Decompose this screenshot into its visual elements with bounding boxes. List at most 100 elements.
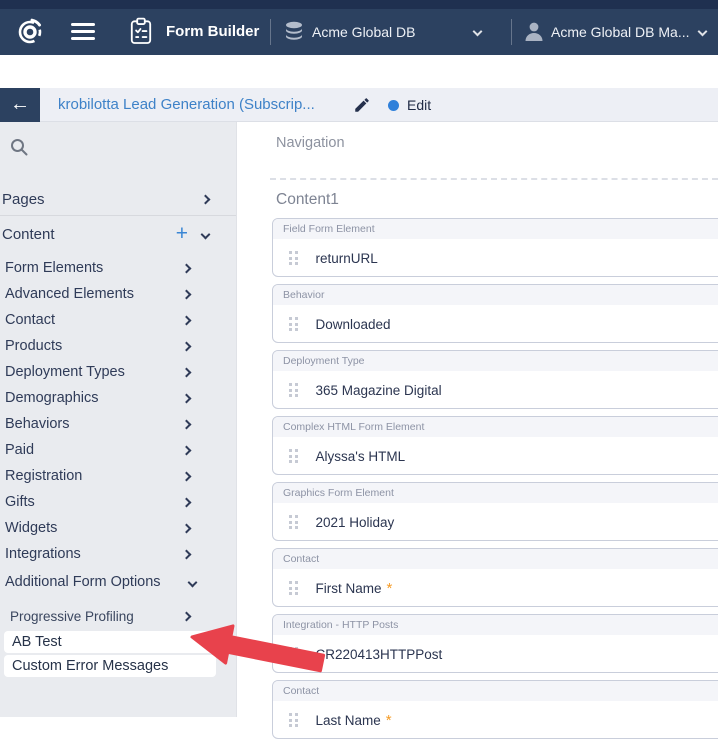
- card-type-label: Graphics Form Element: [283, 487, 394, 499]
- person-icon: [523, 20, 545, 43]
- chevron-right-icon: [182, 611, 192, 621]
- item-label: Advanced Elements: [5, 286, 134, 302]
- content-category-list: Form Elements Advanced Elements Contact …: [0, 255, 236, 567]
- form-title: krobilotta Lead Generation (Subscrip...: [58, 88, 315, 122]
- item-label: Behaviors: [5, 416, 69, 432]
- card-value: Downloaded: [316, 317, 391, 332]
- drag-handle-icon[interactable]: [289, 647, 298, 661]
- card-value: 2021 Holiday: [316, 515, 395, 530]
- sidebar-item-deployment-types[interactable]: Deployment Types: [0, 359, 236, 385]
- required-asterisk: *: [387, 580, 393, 597]
- item-label: Progressive Profiling: [10, 609, 134, 624]
- account-selector[interactable]: Acme Global DB Ma...: [551, 24, 690, 40]
- form-element-card-2021-holiday[interactable]: Graphics Form Element 2021 Holiday: [272, 482, 718, 541]
- card-type-label: Complex HTML Form Element: [283, 421, 424, 433]
- item-label: Deployment Types: [5, 364, 125, 380]
- status-dot-icon: [388, 100, 399, 111]
- database-selector[interactable]: Acme Global DB: [312, 24, 415, 40]
- pages-label: Pages: [2, 191, 45, 208]
- sidebar-item-paid[interactable]: Paid: [0, 437, 236, 463]
- sidebar-item-products[interactable]: Products: [0, 333, 236, 359]
- form-element-card-365-magazine[interactable]: Deployment Type 365 Magazine Digital: [272, 350, 718, 409]
- sidebar-item-ab-test[interactable]: AB Test: [4, 631, 216, 653]
- chevron-right-icon: [182, 471, 192, 481]
- section-divider: [270, 178, 718, 180]
- sidebar-item-registration[interactable]: Registration: [0, 463, 236, 489]
- form-element-card-http-post[interactable]: Integration - HTTP Posts CR220413HTTPPos…: [272, 614, 718, 673]
- sidebar-item-form-elements[interactable]: Form Elements: [0, 255, 236, 281]
- chevron-down-icon[interactable]: [473, 27, 483, 37]
- drag-handle-icon[interactable]: [289, 383, 298, 397]
- brand-logo-icon[interactable]: [16, 17, 44, 45]
- card-value: returnURL: [316, 251, 378, 266]
- back-button[interactable]: ←: [0, 88, 40, 122]
- form-element-card-last-name[interactable]: Contact Last Name *: [272, 680, 718, 739]
- sidebar-item-custom-error-messages[interactable]: Custom Error Messages: [4, 655, 216, 677]
- sidebar-item-integrations[interactable]: Integrations: [0, 541, 236, 567]
- sidebar-item-advanced-elements[interactable]: Advanced Elements: [0, 281, 236, 307]
- search-icon[interactable]: [10, 138, 28, 156]
- app-title: Form Builder: [166, 23, 259, 40]
- navbar-divider: [511, 19, 512, 45]
- chevron-right-icon: [182, 497, 192, 507]
- database-icon: [284, 21, 304, 43]
- chevron-right-icon: [182, 523, 192, 533]
- sidebar-item-content[interactable]: Content +: [0, 222, 236, 246]
- form-element-card-downloaded[interactable]: Behavior Downloaded: [272, 284, 718, 343]
- sidebar-item-demographics[interactable]: Demographics: [0, 385, 236, 411]
- chevron-right-icon: [182, 341, 192, 351]
- item-label: Gifts: [5, 494, 35, 510]
- card-value: 365 Magazine Digital: [316, 383, 442, 398]
- navbar-divider: [270, 19, 271, 45]
- drag-handle-icon[interactable]: [289, 515, 298, 529]
- chevron-down-icon[interactable]: [698, 27, 708, 37]
- sidebar-item-contact[interactable]: Contact: [0, 307, 236, 333]
- required-asterisk: *: [386, 712, 392, 729]
- card-type-label: Deployment Type: [283, 355, 365, 367]
- item-label: Form Elements: [5, 260, 103, 276]
- form-element-card-first-name[interactable]: Contact First Name *: [272, 548, 718, 607]
- sidebar: Pages Content + Form Elements Advanced E…: [0, 122, 237, 717]
- chevron-right-icon: [182, 289, 192, 299]
- drag-handle-icon[interactable]: [289, 317, 298, 331]
- sidebar-item-gifts[interactable]: Gifts: [0, 489, 236, 515]
- sidebar-item-progressive-profiling[interactable]: Progressive Profiling: [0, 603, 236, 629]
- sidebar-item-additional-form-options[interactable]: Additional Form Options: [0, 569, 236, 595]
- page-title: Content1: [276, 191, 339, 209]
- drag-handle-icon[interactable]: [289, 581, 298, 595]
- drag-handle-icon[interactable]: [289, 449, 298, 463]
- form-element-card-returnurl[interactable]: Field Form Element returnURL: [272, 218, 718, 277]
- item-label: Additional Form Options: [5, 574, 161, 590]
- pencil-icon[interactable]: [353, 96, 371, 114]
- navigation-section-label: Navigation: [276, 135, 345, 151]
- chevron-right-icon: [182, 393, 192, 403]
- chevron-right-icon: [182, 263, 192, 273]
- form-toolbar: ← krobilotta Lead Generation (Subscrip..…: [0, 88, 718, 122]
- sidebar-item-behaviors[interactable]: Behaviors: [0, 411, 236, 437]
- item-label: Widgets: [5, 520, 57, 536]
- chevron-down-icon[interactable]: [201, 229, 211, 239]
- sidebar-item-pages[interactable]: Pages: [0, 187, 236, 211]
- form-element-list: Field Form Element returnURL Behavior Do…: [272, 218, 718, 746]
- form-canvas: Navigation Content1 Field Form Element r…: [237, 122, 718, 717]
- sidebar-divider: [0, 215, 236, 216]
- clipboard-icon: [128, 17, 154, 45]
- hamburger-menu-icon[interactable]: [71, 23, 95, 40]
- window-top-strip: [0, 0, 718, 9]
- drag-handle-icon[interactable]: [289, 251, 298, 265]
- drag-handle-icon[interactable]: [289, 713, 298, 727]
- chevron-right-icon: [182, 315, 192, 325]
- sidebar-item-widgets[interactable]: Widgets: [0, 515, 236, 541]
- card-type-label: Integration - HTTP Posts: [283, 619, 398, 631]
- chevron-down-icon: [188, 577, 198, 587]
- chevron-right-icon: [201, 194, 211, 204]
- item-label: Paid: [5, 442, 34, 458]
- item-label: AB Test: [12, 634, 62, 650]
- plus-icon[interactable]: +: [176, 224, 188, 244]
- card-value: Last Name: [316, 713, 381, 728]
- card-type-label: Field Form Element: [283, 223, 375, 235]
- item-label: Registration: [5, 468, 82, 484]
- form-element-card-alyssas-html[interactable]: Complex HTML Form Element Alyssa's HTML: [272, 416, 718, 475]
- card-value: CR220413HTTPPost: [316, 647, 443, 662]
- chevron-right-icon: [182, 549, 192, 559]
